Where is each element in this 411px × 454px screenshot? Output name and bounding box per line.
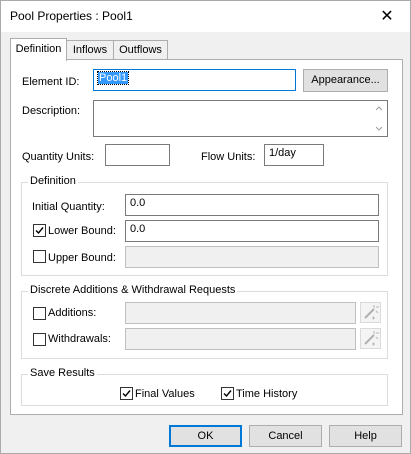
tab-inflows[interactable]: Inflows	[66, 40, 114, 60]
magic-wand-icon	[364, 331, 379, 346]
description-label: Description:	[22, 105, 81, 117]
tab-inflows-label: Inflows	[72, 44, 108, 56]
help-button[interactable]: Help	[329, 425, 402, 447]
window-title: Pool Properties : Pool1	[10, 9, 133, 23]
quantity-units-input[interactable]	[105, 144, 170, 166]
tab-outflows[interactable]: Outflows	[113, 40, 168, 60]
upper-bound-checkbox[interactable]	[33, 250, 46, 263]
magic-wand-icon	[364, 305, 379, 320]
additions-wizard-button[interactable]	[360, 302, 381, 323]
scroll-arrows-icon	[375, 106, 383, 131]
tab-definition[interactable]: Definition	[10, 38, 67, 61]
lower-bound-value: 0.0	[130, 223, 146, 235]
final-values-label: Final Values	[135, 388, 195, 400]
upper-bound-label: Upper Bound:	[48, 252, 116, 264]
close-icon[interactable]: ✕	[364, 1, 410, 32]
initial-quantity-label: Initial Quantity:	[32, 201, 105, 213]
flow-units-input[interactable]: 1/day	[264, 144, 324, 166]
withdrawals-input	[125, 328, 356, 350]
additions-input	[125, 302, 356, 324]
element-id-label: Element ID:	[22, 76, 80, 88]
ok-button[interactable]: OK	[169, 425, 242, 447]
description-scrollbar[interactable]	[372, 102, 386, 135]
time-history-label: Time History	[236, 388, 298, 400]
cancel-button[interactable]: Cancel	[249, 425, 322, 447]
withdrawals-label: Withdrawals:	[48, 333, 111, 345]
additions-checkbox[interactable]	[33, 307, 46, 320]
description-input[interactable]	[93, 100, 388, 137]
withdrawals-wizard-button[interactable]	[360, 328, 381, 349]
lower-bound-label: Lower Bound:	[48, 225, 116, 237]
save-results-group: Save Results	[21, 367, 388, 406]
title-bar: Pool Properties : Pool1 ✕	[1, 1, 410, 32]
initial-quantity-value: 0.0	[130, 197, 146, 209]
final-values-checkbox[interactable]	[120, 387, 133, 400]
tab-outflows-label: Outflows	[119, 44, 162, 56]
discrete-group-title: Discrete Additions & Withdrawal Requests	[28, 284, 238, 296]
additions-label: Additions:	[48, 307, 97, 319]
withdrawals-checkbox[interactable]	[33, 333, 46, 346]
appearance-button[interactable]: Appearance...	[303, 69, 388, 92]
checkmark-icon	[122, 390, 131, 398]
upper-bound-input	[125, 246, 379, 268]
element-id-input[interactable]: Pool1	[93, 69, 296, 91]
initial-quantity-input[interactable]: 0.0	[125, 194, 379, 216]
flow-units-value: 1/day	[269, 147, 296, 159]
checkmark-icon	[35, 227, 44, 235]
time-history-checkbox[interactable]	[221, 387, 234, 400]
lower-bound-input[interactable]: 0.0	[125, 220, 379, 242]
quantity-units-label: Quantity Units:	[22, 151, 95, 163]
save-results-title: Save Results	[28, 367, 97, 379]
checkmark-icon	[223, 390, 232, 398]
definition-group-title: Definition	[28, 175, 78, 187]
element-id-value: Pool1	[96, 71, 130, 85]
lower-bound-checkbox[interactable]	[33, 224, 46, 237]
flow-units-label: Flow Units:	[201, 151, 256, 163]
dialog-window: Pool Properties : Pool1 ✕ Definition Inf…	[0, 0, 411, 454]
tab-definition-label: Definition	[15, 43, 62, 55]
